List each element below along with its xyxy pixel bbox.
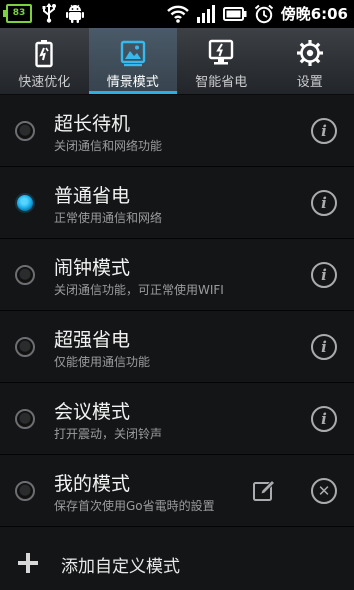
mode-subtitle: 打开震动，关闭铃声 — [54, 427, 163, 441]
edit-icon[interactable] — [252, 479, 276, 503]
tab-label: 设置 — [296, 75, 323, 90]
alarm-icon — [254, 4, 273, 23]
battery-icon: 83 — [3, 3, 32, 23]
info-icon[interactable]: i — [311, 190, 337, 216]
mode-title: 超强省电 — [54, 329, 131, 351]
tab-scene-mode[interactable]: 情景模式 — [88, 28, 177, 94]
tab-settings[interactable]: 设置 — [266, 28, 354, 94]
mode-title: 我的模式 — [54, 473, 131, 495]
android-icon — [66, 4, 84, 23]
plus-icon — [18, 553, 38, 573]
tab-label: 情景模式 — [106, 75, 159, 90]
mode-subtitle: 关闭通信功能，可正常使用WIFI — [54, 283, 224, 297]
tab-smart-power[interactable]: 智能省电 — [177, 28, 266, 94]
mode-radio[interactable] — [15, 121, 35, 141]
mode-title: 闹钟模式 — [54, 257, 131, 279]
mode-radio[interactable] — [15, 481, 35, 501]
smart-power-icon — [209, 39, 234, 65]
battery-level-text: 83 — [12, 7, 26, 18]
mode-item-ultra-standby[interactable]: 超长待机 关闭通信和网络功能 i — [0, 95, 354, 167]
add-custom-mode-button[interactable]: 添加自定义模式 — [0, 527, 354, 590]
info-icon[interactable]: i — [311, 334, 337, 360]
mode-radio[interactable] — [15, 337, 35, 357]
info-icon[interactable]: i — [311, 118, 337, 144]
mode-radio[interactable] — [15, 265, 35, 285]
mode-item-my-mode[interactable]: 我的模式 保存首次使用Go省電時的設置 ✕ — [0, 455, 354, 527]
info-icon[interactable]: i — [311, 406, 337, 432]
mode-title: 超长待机 — [54, 113, 131, 135]
tab-label: 智能省电 — [195, 75, 248, 90]
close-icon[interactable]: ✕ — [311, 478, 337, 504]
signal-icon — [196, 4, 215, 23]
mode-subtitle: 正常使用通信和网络 — [54, 211, 163, 225]
info-icon[interactable]: i — [311, 262, 337, 288]
gear-icon — [296, 40, 323, 66]
status-left: 83 — [3, 3, 84, 23]
tab-bar: 快速优化 情景模式 智能省电 设置 — [0, 28, 354, 95]
mode-item-meeting[interactable]: 会议模式 打开震动，关闭铃声 i — [0, 383, 354, 455]
mode-subtitle: 保存首次使用Go省電時的設置 — [54, 499, 215, 513]
add-custom-mode-label: 添加自定义模式 — [61, 557, 180, 577]
mode-radio[interactable] — [15, 409, 35, 429]
mode-title: 普通省电 — [54, 185, 131, 207]
battery-icon — [222, 6, 247, 21]
mode-item-alarm[interactable]: 闹钟模式 关闭通信功能，可正常使用WIFI i — [0, 239, 354, 311]
scene-mode-icon — [120, 40, 145, 67]
mode-list: 超长待机 关闭通信和网络功能 i 普通省电 正常使用通信和网络 i 闹钟模式 关… — [0, 95, 354, 527]
clock-time: 傍晚6:06 — [280, 5, 348, 23]
mode-subtitle: 仅能使用通信功能 — [54, 355, 151, 369]
app-screen: 83 傍晚6:06 快速优化 情景模式 智能省电 设置 超长待机 关闭通信和网络… — [0, 0, 354, 590]
tab-quick-optimize[interactable]: 快速优化 — [0, 28, 89, 94]
mode-radio-selected[interactable] — [15, 193, 35, 213]
mode-item-super-saving[interactable]: 超强省电 仅能使用通信功能 i — [0, 311, 354, 383]
usb-icon — [42, 3, 56, 23]
mode-title: 会议模式 — [54, 401, 131, 423]
mode-item-normal-saving[interactable]: 普通省电 正常使用通信和网络 i — [0, 167, 354, 239]
tab-label: 快速优化 — [18, 75, 71, 90]
battery-optimize-icon — [35, 40, 53, 68]
status-right: 傍晚6:06 — [166, 3, 348, 24]
status-bar: 83 傍晚6:06 — [0, 0, 354, 28]
mode-subtitle: 关闭通信和网络功能 — [54, 139, 163, 153]
wifi-icon — [166, 5, 189, 23]
